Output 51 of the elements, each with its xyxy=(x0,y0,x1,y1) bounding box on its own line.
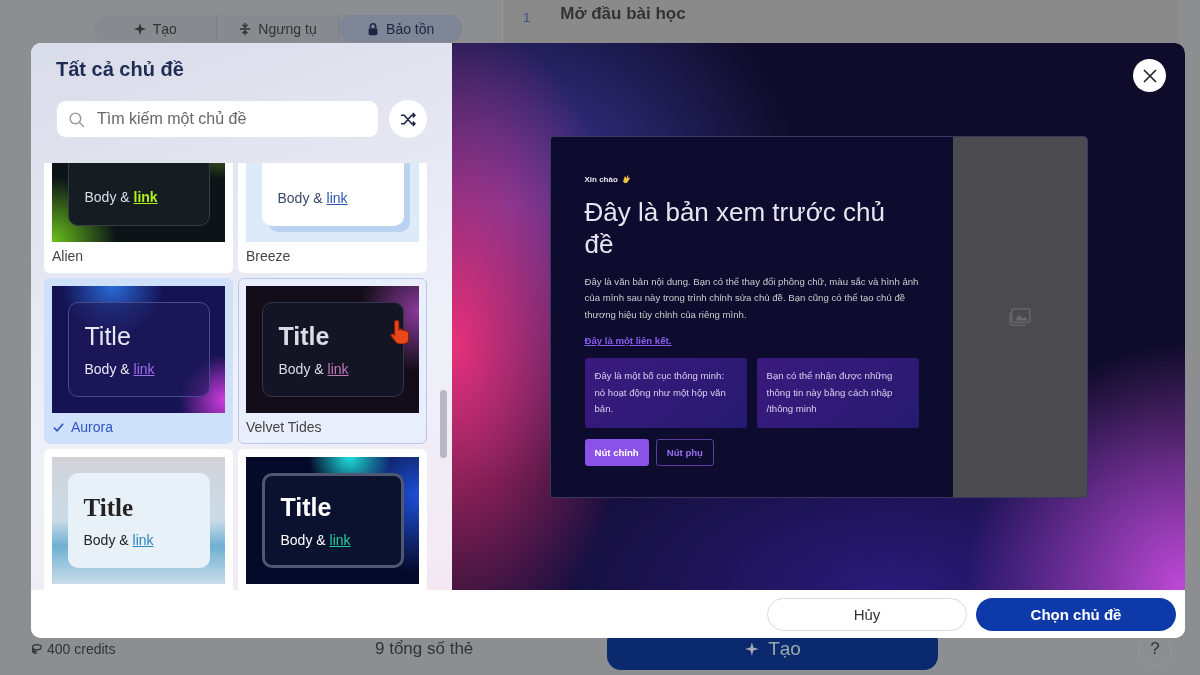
sample-title: Title xyxy=(84,322,131,351)
sample-body: Body & link xyxy=(277,190,349,206)
compress-icon xyxy=(238,21,253,36)
preview-heading: Đây là bản xem trước chủ đề xyxy=(584,195,886,260)
smart-layout-box: Đây là một bố cục thông minh: nó hoạt động như một hộp văn bản. xyxy=(584,358,747,428)
sample-title: Title xyxy=(280,493,332,522)
shuffle-icon xyxy=(399,110,417,128)
theme-card[interactable]: Title Body & link Velvet Tides xyxy=(238,278,427,444)
line-number: 1 xyxy=(523,9,531,27)
choose-theme-button[interactable]: Chọn chủ đề xyxy=(976,597,1176,631)
waving-hand-icon xyxy=(621,174,631,184)
theme-card[interactable]: Title Body & link xyxy=(44,449,233,590)
sample-body: Body & link xyxy=(84,361,156,377)
theme-card[interactable]: Title Body & link Aurora xyxy=(44,278,233,444)
preview-link[interactable]: Đây là một liên kết. xyxy=(584,335,672,346)
sample-title: Title xyxy=(83,493,134,522)
card-count: 9 tổng số thẻ xyxy=(375,638,475,659)
hand-cursor-icon xyxy=(389,318,411,344)
dialog-title: Tất cả chủ đề xyxy=(55,57,185,82)
sample-body: Body & link xyxy=(83,531,155,548)
theme-name: Breeze xyxy=(246,248,291,264)
close-icon xyxy=(1142,68,1157,83)
close-button[interactable] xyxy=(1133,59,1166,92)
sample-body: Body & link xyxy=(84,189,159,205)
theme-name: Velvet Tides xyxy=(246,419,322,435)
search-field[interactable]: Tìm kiếm một chủ đề xyxy=(56,100,379,138)
sample-body: Body & link xyxy=(280,532,352,548)
coins-icon xyxy=(30,642,42,655)
image-icon xyxy=(1008,307,1031,326)
mode-tab[interactable]: Bảo tồn xyxy=(339,15,462,42)
check-icon xyxy=(52,420,65,434)
cancel-button[interactable]: Hủy xyxy=(767,597,967,631)
mode-tab[interactable]: Ngưng tụ xyxy=(216,15,340,42)
theme-card[interactable]: Title Body & link xyxy=(238,449,427,590)
theme-card[interactable]: Body & link Breeze xyxy=(238,163,427,273)
section-heading: Mở đầu bài học xyxy=(560,4,686,24)
preview-paragraph: Đây là văn bản nội dung. Bạn có thể thay đổi phông chữ, màu sắc và hình ảnh của mình sau này trong trình chỉnh sửa chủ đề. Bạn cũng có thể tạo chủ đề thương hiệu tùy chỉnh của riêng mình. xyxy=(584,274,920,322)
sample-body: Body & link xyxy=(278,361,350,377)
primary-button[interactable]: Nút chính xyxy=(584,439,649,466)
sample-title: Title xyxy=(278,322,330,351)
mode-tab[interactable]: Tạo xyxy=(94,15,217,42)
shuffle-button[interactable] xyxy=(389,100,427,138)
scrollbar-thumb[interactable] xyxy=(440,390,447,458)
credits-label: 400 credits xyxy=(47,640,116,657)
secondary-button[interactable]: Nút phụ xyxy=(655,439,714,466)
greeting-text: Xin chào xyxy=(584,174,618,184)
search-icon xyxy=(68,111,85,128)
theme-card[interactable]: Body & link Alien xyxy=(44,163,233,273)
theme-name: Alien xyxy=(52,248,84,264)
smart-layout-box: Bạn có thể nhận được những thông tin này bằng cách nhập /thông minh xyxy=(756,358,919,428)
theme-name: Aurora xyxy=(71,419,114,435)
